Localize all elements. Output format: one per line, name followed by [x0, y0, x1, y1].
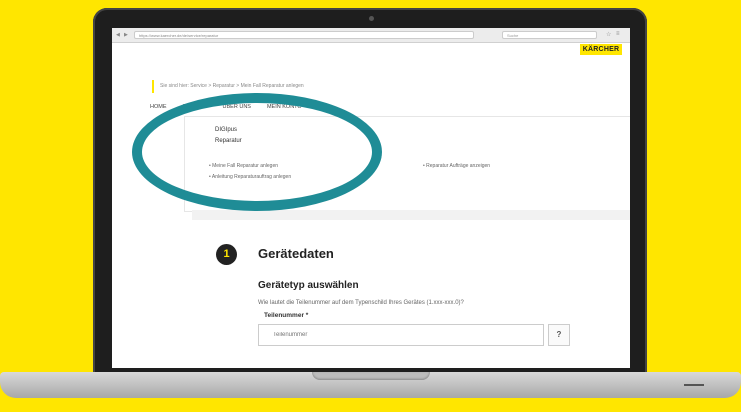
part-number-question: Wie lautet die Teilenummer auf dem Typen…	[258, 300, 464, 306]
part-number-label: Teilenummer *	[264, 312, 309, 319]
browser-search-input[interactable]: Suche	[502, 31, 597, 39]
brand-logo[interactable]: KÄRCHER	[580, 44, 622, 55]
form-area: 1 Gerätedaten Gerätetyp auswählen Wie la…	[192, 210, 630, 368]
form-card: 1 Gerätedaten Gerätetyp auswählen Wie la…	[192, 220, 630, 368]
breadcrumb: Sie sind hier: Service > Reparatur > Mei…	[152, 80, 540, 93]
browser-toolbar: ◀ ▶ https://www.kaercher.de/de/service/r…	[112, 28, 630, 43]
back-icon[interactable]: ◀	[116, 32, 120, 38]
camera-icon	[369, 16, 374, 21]
part-number-input[interactable]	[258, 324, 544, 346]
bookmark-icon[interactable]: ☆	[606, 31, 611, 38]
laptop-foot	[684, 384, 704, 386]
step-badge: 1	[216, 244, 237, 265]
sub-title: Gerätetyp auswählen	[258, 280, 359, 291]
address-bar[interactable]: https://www.kaercher.de/de/service/repar…	[134, 31, 474, 39]
forward-icon[interactable]: ▶	[124, 32, 128, 38]
link-show-orders[interactable]: Reparatur Aufträge anzeigen	[423, 163, 490, 169]
section-title: Gerätedaten	[258, 246, 334, 261]
laptop-notch	[312, 372, 430, 380]
help-button[interactable]: ?	[548, 324, 570, 346]
highlight-ring	[132, 93, 382, 211]
menu-icon[interactable]: ≡	[616, 31, 620, 37]
